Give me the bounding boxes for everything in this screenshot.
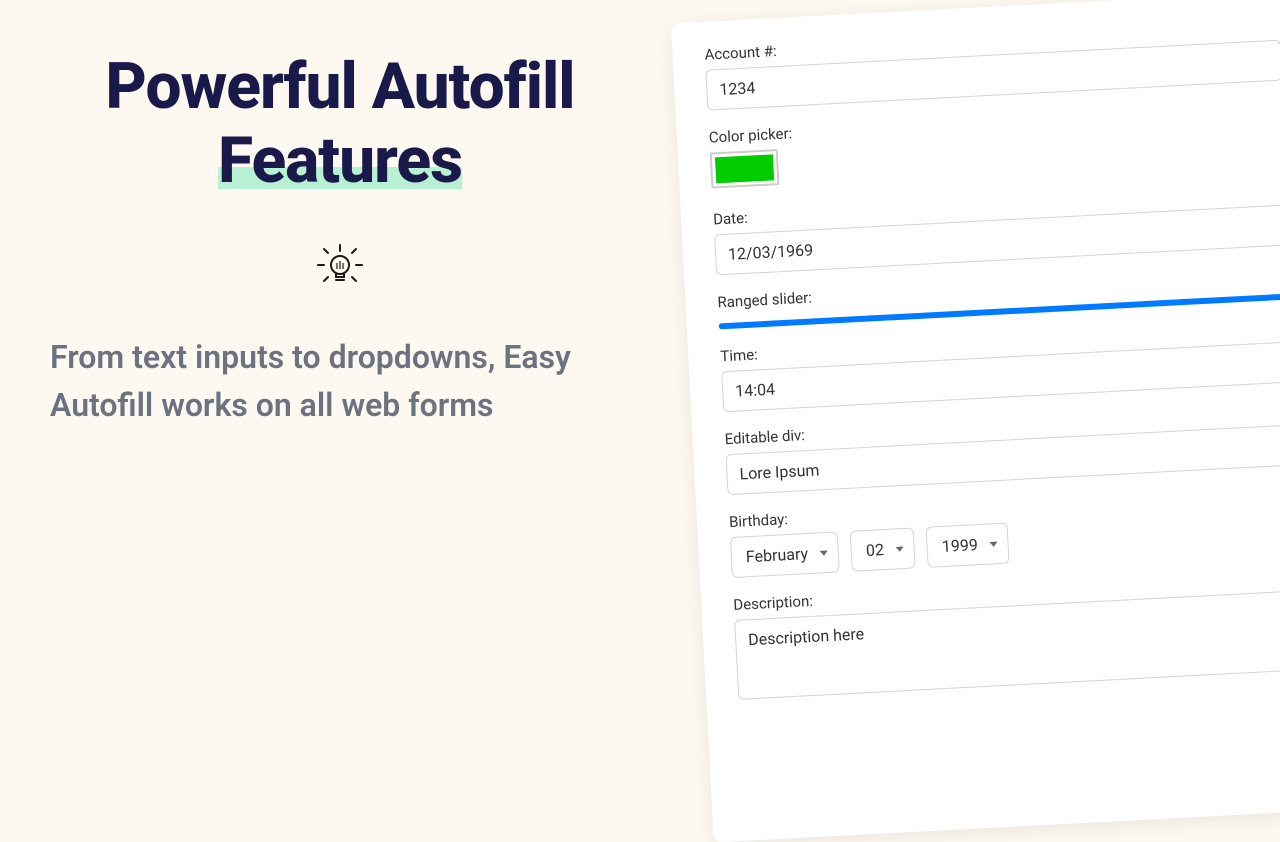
birthday-day-value: 02 [865, 540, 884, 560]
color-swatch-inner [715, 154, 774, 183]
birthday-month-select[interactable]: February [730, 531, 840, 578]
birthday-group: Birthday: February 02 1999 [729, 483, 1280, 578]
birthday-year-value: 1999 [941, 535, 978, 556]
form-panel: Account #: Color picker: Date: Ranged sl… [671, 0, 1280, 842]
chevron-down-icon [896, 546, 904, 551]
time-group: Time: [720, 317, 1280, 412]
hero-title-line1: Powerful Autofill [105, 49, 574, 124]
lightbulb-icon [50, 237, 630, 293]
birthday-year-select[interactable]: 1999 [926, 523, 1010, 568]
description-group: Description: [733, 566, 1280, 704]
color-picker-input[interactable] [710, 149, 780, 189]
birthday-month-value: February [745, 544, 808, 566]
hero-title: Powerful Autofill Features [50, 50, 630, 197]
hero-title-line2: Features [218, 124, 462, 198]
account-group: Account #: [704, 16, 1280, 111]
birthday-day-select[interactable]: 02 [850, 527, 916, 571]
date-group: Date: [713, 180, 1280, 275]
editable-div-group: Editable div: Lore Ipsum [724, 400, 1280, 495]
chevron-down-icon [990, 541, 998, 546]
color-picker-group: Color picker: [708, 99, 1280, 193]
chevron-down-icon [820, 550, 828, 555]
ranged-slider-group: Ranged slider: [717, 263, 1280, 329]
hero-subtitle: From text inputs to dropdowns, Easy Auto… [50, 333, 630, 429]
